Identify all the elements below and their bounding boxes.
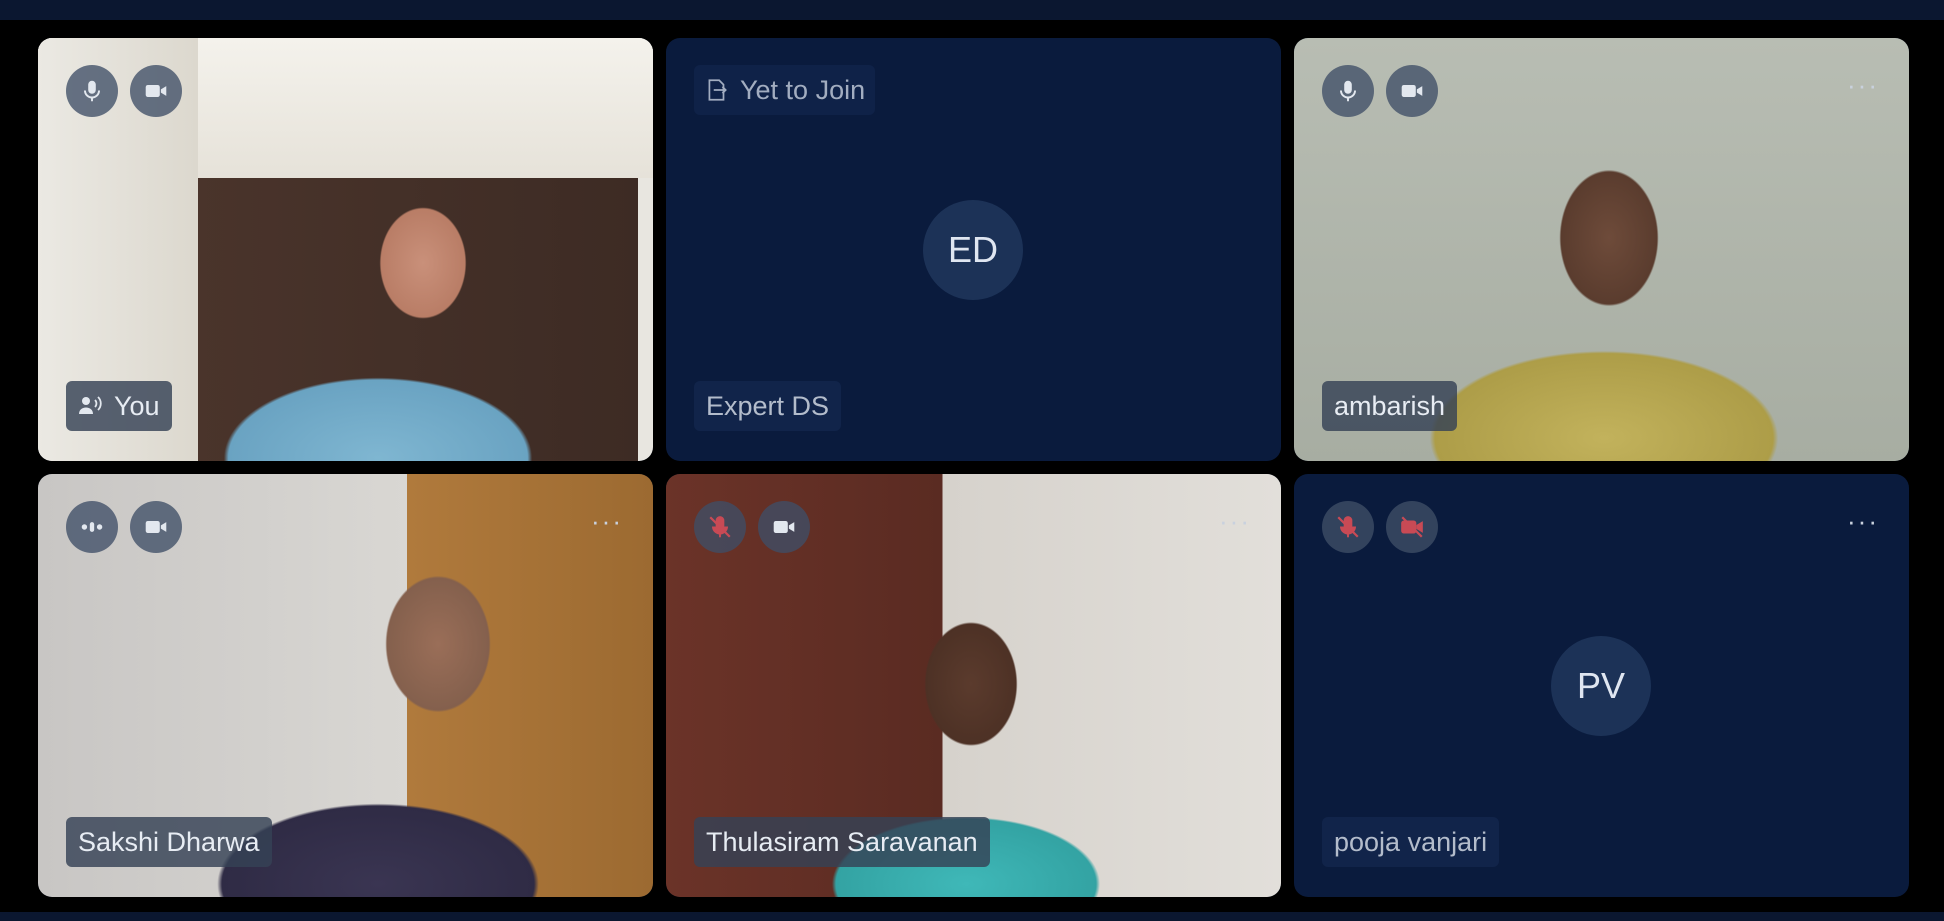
tile-controls <box>1322 65 1438 117</box>
mic-on-icon[interactable] <box>66 65 118 117</box>
participant-name: Thulasiram Saravanan <box>706 826 978 857</box>
participant-tile-thulasiram-saravanan[interactable]: ··· Thulasiram Saravanan <box>666 474 1281 897</box>
participant-tile-you[interactable]: You <box>38 38 653 461</box>
participant-tile-expert-ds[interactable]: Yet to Join ED Expert DS <box>666 38 1281 461</box>
avatar: PV <box>1551 636 1651 736</box>
name-tag: ambarish <box>1322 381 1458 431</box>
camera-on-icon[interactable] <box>1386 65 1438 117</box>
participant-name: Sakshi Dharwa <box>78 826 260 857</box>
mic-on-icon[interactable] <box>1322 65 1374 117</box>
tile-controls <box>66 65 182 117</box>
participant-name: pooja vanjari <box>1334 826 1488 857</box>
tile-controls <box>694 501 810 553</box>
participant-name: You <box>114 390 160 421</box>
status-text: Yet to Join <box>740 74 866 105</box>
participant-name: ambarish <box>1334 390 1446 421</box>
join-status: Yet to Join <box>694 65 876 115</box>
camera-on-icon[interactable] <box>130 65 182 117</box>
name-tag: You <box>66 381 172 431</box>
camera-off-icon[interactable] <box>1386 501 1438 553</box>
exit-icon <box>708 79 727 101</box>
participant-name: Expert DS <box>706 390 830 421</box>
avatar: ED <box>923 200 1023 300</box>
more-options-icon[interactable]: ··· <box>1847 508 1879 534</box>
camera-on-icon[interactable] <box>758 501 810 553</box>
top-bar <box>0 0 1944 20</box>
tile-controls <box>1322 501 1438 553</box>
audio-level-icon[interactable] <box>66 501 118 553</box>
name-tag: Expert DS <box>694 381 842 431</box>
name-tag: Sakshi Dharwa <box>66 817 272 867</box>
tile-controls <box>66 501 182 553</box>
bottom-bar <box>0 912 1944 921</box>
speaking-icon <box>78 395 104 417</box>
mic-muted-icon[interactable] <box>1322 501 1374 553</box>
more-options-icon[interactable]: ··· <box>1219 508 1251 534</box>
participant-tile-ambarish[interactable]: ··· ambarish <box>1294 38 1909 461</box>
name-tag: pooja vanjari <box>1322 817 1500 867</box>
more-options-icon[interactable]: ··· <box>1847 72 1879 98</box>
participant-grid: You Yet to Join ED Expert DS ··· ambaris… <box>38 38 1911 897</box>
camera-on-icon[interactable] <box>130 501 182 553</box>
name-tag: Thulasiram Saravanan <box>694 817 990 867</box>
more-options-icon[interactable]: ··· <box>591 508 623 534</box>
mic-muted-icon[interactable] <box>694 501 746 553</box>
participant-tile-sakshi-dharwa[interactable]: ··· Sakshi Dharwa <box>38 474 653 897</box>
participant-tile-pooja-vanjari[interactable]: ··· PV pooja vanjari <box>1294 474 1909 897</box>
